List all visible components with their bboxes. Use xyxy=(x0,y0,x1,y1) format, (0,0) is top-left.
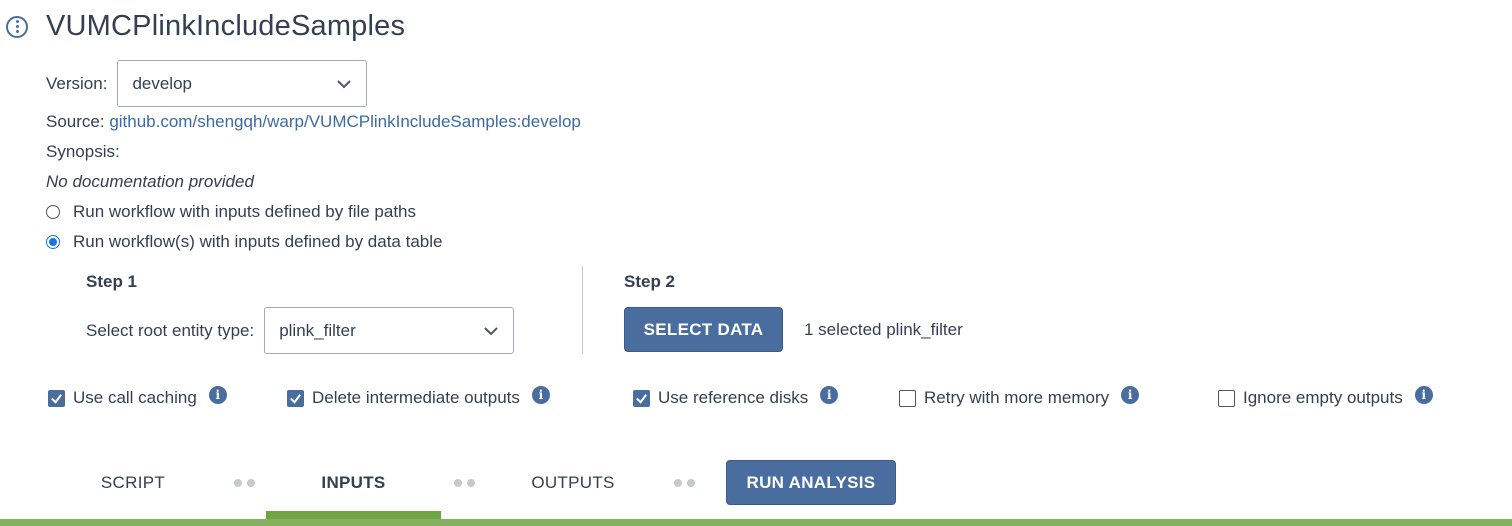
tab-outputs[interactable]: OUTPUTS xyxy=(510,460,636,506)
option-reference-disks[interactable]: Use reference disks i xyxy=(633,386,839,408)
tab-inputs[interactable]: INPUTS xyxy=(266,460,441,506)
root-entity-value: plink_filter xyxy=(279,320,356,340)
check-icon xyxy=(51,393,62,404)
chevron-down-icon xyxy=(484,326,498,335)
version-select-value: develop xyxy=(132,73,192,93)
tab-script[interactable]: SCRIPT xyxy=(72,460,194,506)
title-row: VUMCPlinkIncludeSamples xyxy=(6,10,405,43)
root-entity-row: Select root entity type: plink_filter xyxy=(86,307,515,354)
radio-button-file-paths[interactable] xyxy=(46,205,60,219)
option-label: Use call caching xyxy=(73,388,197,407)
info-icon[interactable]: i xyxy=(820,386,839,404)
info-icon[interactable]: i xyxy=(531,386,550,404)
option-label: Ignore empty outputs xyxy=(1243,388,1403,407)
radio-data-table[interactable]: Run workflow(s) with inputs defined by d… xyxy=(46,232,442,252)
tab-separator xyxy=(674,479,695,487)
option-label: Retry with more memory xyxy=(924,388,1110,407)
version-row: Version: develop xyxy=(46,60,368,107)
checkbox-call-caching[interactable] xyxy=(48,389,65,407)
option-label: Use reference disks xyxy=(658,388,809,407)
synopsis-text: No documentation provided xyxy=(46,172,254,191)
chevron-down-icon xyxy=(337,79,352,88)
root-entity-label: Select root entity type: xyxy=(86,320,255,340)
root-entity-select[interactable]: plink_filter xyxy=(264,307,515,354)
source-label: Source: xyxy=(46,112,110,131)
option-ignore-empty[interactable]: Ignore empty outputs i xyxy=(1218,386,1433,408)
option-label: Delete intermediate outputs xyxy=(312,388,520,407)
option-delete-intermediate[interactable]: Delete intermediate outputs i xyxy=(287,386,550,408)
tab-separator xyxy=(234,479,255,487)
synopsis-label: Synopsis: xyxy=(46,142,120,161)
checkbox-ignore-empty[interactable] xyxy=(1218,389,1235,407)
checkbox-delete-intermediate[interactable] xyxy=(287,389,304,407)
source-link[interactable]: github.com/shengqh/warp/VUMCPlinkInclude… xyxy=(109,112,581,131)
workflow-tabs: SCRIPT INPUTS OUTPUTS RUN ANALYSIS xyxy=(0,460,1512,526)
tab-separator xyxy=(454,479,475,487)
option-call-caching[interactable]: Use call caching i xyxy=(48,386,227,408)
info-icon[interactable]: i xyxy=(1121,386,1140,404)
radio-label-file-paths: Run workflow with inputs defined by file… xyxy=(73,202,417,221)
checkbox-reference-disks[interactable] xyxy=(633,389,650,407)
source-row: Source: github.com/shengqh/warp/VUMCPlin… xyxy=(46,112,581,132)
radio-label-data-table: Run workflow(s) with inputs defined by d… xyxy=(73,232,443,251)
radio-file-paths[interactable]: Run workflow with inputs defined by file… xyxy=(46,202,416,222)
check-icon xyxy=(636,393,647,404)
selection-summary: 1 selected plink_filter xyxy=(804,320,963,339)
info-icon[interactable]: i xyxy=(208,386,227,404)
option-retry-memory[interactable]: Retry with more memory i xyxy=(899,386,1140,408)
step-divider xyxy=(582,266,583,354)
checkbox-retry-memory[interactable] xyxy=(899,389,916,407)
workflow-page: VUMCPlinkIncludeSamples Version: develop… xyxy=(0,0,1512,526)
check-icon xyxy=(290,393,301,404)
step2-title: Step 2 xyxy=(624,272,676,291)
version-select[interactable]: develop xyxy=(117,60,368,107)
info-icon[interactable]: i xyxy=(1414,386,1433,404)
run-analysis-button[interactable]: RUN ANALYSIS xyxy=(726,460,896,505)
version-label: Version: xyxy=(46,73,108,93)
radio-button-data-table[interactable] xyxy=(46,235,60,249)
workflow-title: VUMCPlinkIncludeSamples xyxy=(46,10,406,42)
active-tab-indicator xyxy=(266,511,441,519)
step1-title: Step 1 xyxy=(86,272,138,291)
more-vertical-icon[interactable] xyxy=(6,15,28,38)
tab-bar-border xyxy=(0,519,1512,526)
run-options: Use call caching i Delete intermediate o… xyxy=(48,386,1488,412)
select-data-button[interactable]: SELECT DATA xyxy=(624,307,783,352)
